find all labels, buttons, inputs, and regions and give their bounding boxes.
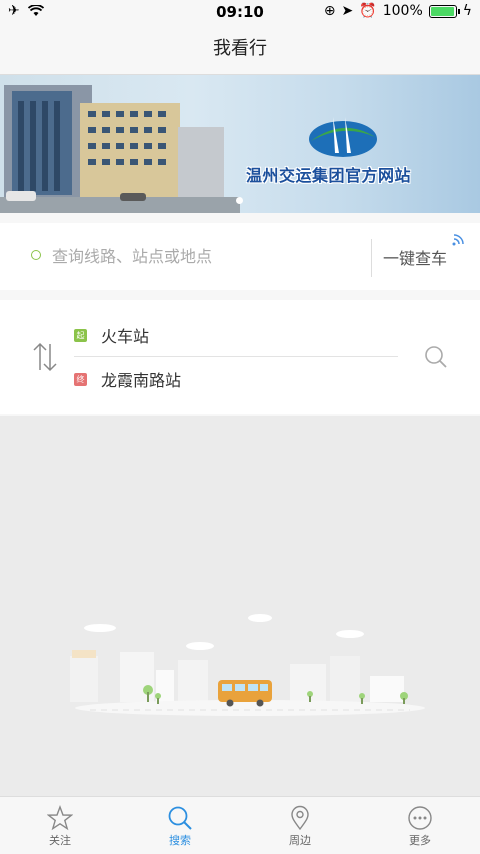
route-divider (74, 356, 398, 357)
search-input[interactable] (52, 243, 352, 269)
company-logo-icon (309, 117, 377, 157)
tab-search[interactable]: 搜索 (120, 797, 240, 854)
nav-bar: 我看行 (0, 24, 480, 75)
star-icon (47, 805, 73, 831)
signal-waves-icon (452, 234, 464, 246)
end-stop-name: 龙霞南路站 (101, 371, 182, 390)
tab-label: 周边 (289, 834, 311, 847)
search-icon (168, 806, 192, 830)
tab-label: 搜索 (169, 834, 191, 847)
alarm-icon: ⏰ (359, 3, 377, 19)
tab-follow[interactable]: 关注 (0, 797, 120, 854)
page-title: 我看行 (213, 38, 267, 59)
battery-icon (428, 4, 460, 18)
quick-check-button[interactable]: 一键查车 (383, 245, 447, 269)
more-dots-icon (408, 806, 432, 830)
empty-state (0, 416, 480, 796)
search-dot-icon (31, 250, 41, 260)
end-stop-row[interactable]: 终 龙霞南路站 (74, 367, 181, 391)
carousel-indicator[interactable] (236, 197, 243, 204)
rotation-lock-icon: ⊕ (323, 3, 336, 19)
tab-label: 关注 (49, 834, 71, 847)
swap-direction-icon[interactable] (32, 340, 58, 374)
banner-caption: 温州交运集团官方网站 (246, 166, 412, 185)
city-bus-illustration (70, 614, 425, 716)
tab-label: 更多 (409, 834, 431, 847)
battery-percent: 100% (382, 3, 423, 19)
location-arrow-icon: ➤ (341, 3, 354, 19)
search-bar: 一键查车 (0, 223, 480, 290)
search-divider (371, 239, 372, 277)
start-stop-name: 火车站 (101, 327, 150, 346)
start-stop-row[interactable]: 起 火车站 (74, 323, 149, 347)
charging-icon: ϟ (462, 3, 472, 19)
route-planner: 起 火车站 终 龙霞南路站 (0, 300, 480, 414)
location-pin-icon (291, 805, 309, 831)
tab-more[interactable]: 更多 (360, 797, 480, 854)
status-bar: ✈ 09:10 ⊕ ➤ ⏰ 100% ϟ (0, 0, 480, 24)
tab-nearby[interactable]: 周边 (240, 797, 360, 854)
promo-banner[interactable]: 温州交运集团官方网站 (0, 75, 480, 213)
tab-bar: 关注 搜索 周边 更多 (0, 796, 480, 854)
start-badge: 起 (74, 328, 87, 342)
end-badge: 终 (74, 372, 87, 386)
banner-buildings-image (0, 85, 240, 213)
search-icon[interactable] (424, 345, 448, 369)
